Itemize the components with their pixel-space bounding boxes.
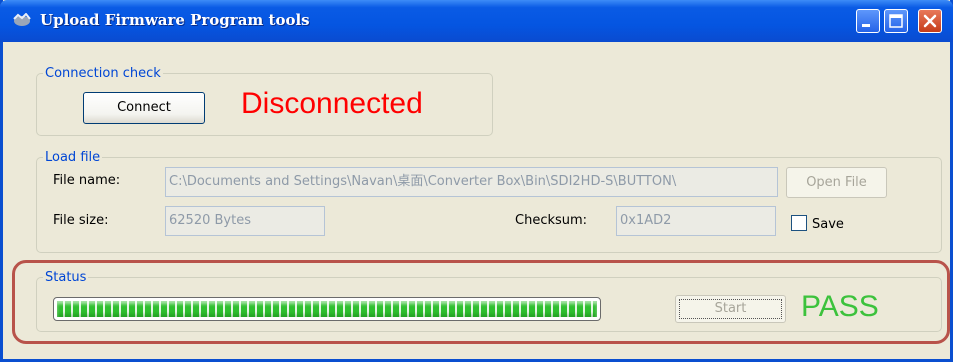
window-title: Upload Firmware Program tools bbox=[40, 11, 310, 29]
maximize-icon bbox=[889, 14, 903, 28]
result-status-text: PASS bbox=[801, 290, 879, 323]
app-icon bbox=[13, 13, 31, 26]
start-button[interactable]: Start bbox=[675, 295, 786, 323]
file-size-field[interactable]: 62520 Bytes bbox=[165, 206, 325, 236]
connect-button[interactable]: Connect bbox=[83, 92, 205, 124]
file-size-label: File size: bbox=[53, 213, 109, 228]
save-checkbox-label[interactable]: Save bbox=[812, 217, 844, 232]
connection-status-text: Disconnected bbox=[241, 87, 423, 120]
focus-rectangle bbox=[679, 299, 782, 319]
maximize-button[interactable] bbox=[884, 9, 908, 33]
open-file-button[interactable]: Open File bbox=[786, 167, 887, 198]
connection-check-legend: Connection check bbox=[45, 66, 161, 81]
checksum-field[interactable]: 0x1AD2 bbox=[616, 206, 776, 236]
save-checkbox[interactable] bbox=[791, 215, 807, 231]
minimize-icon bbox=[862, 24, 870, 27]
file-name-field[interactable]: C:\Documents and Settings\Navan\桌面\Conve… bbox=[165, 167, 778, 197]
upload-progress-bar bbox=[53, 297, 601, 321]
file-name-label: File name: bbox=[53, 173, 121, 188]
close-icon bbox=[923, 14, 937, 28]
close-button[interactable] bbox=[918, 9, 942, 33]
load-file-group: Load file bbox=[36, 150, 942, 253]
status-legend: Status bbox=[45, 270, 87, 285]
minimize-button[interactable] bbox=[856, 9, 880, 33]
app-window: Upload Firmware Program tools Connection… bbox=[0, 0, 953, 362]
title-bar[interactable]: Upload Firmware Program tools bbox=[0, 0, 953, 42]
progress-fill bbox=[57, 301, 597, 317]
load-file-legend: Load file bbox=[45, 150, 101, 165]
checksum-label: Checksum: bbox=[515, 213, 588, 228]
